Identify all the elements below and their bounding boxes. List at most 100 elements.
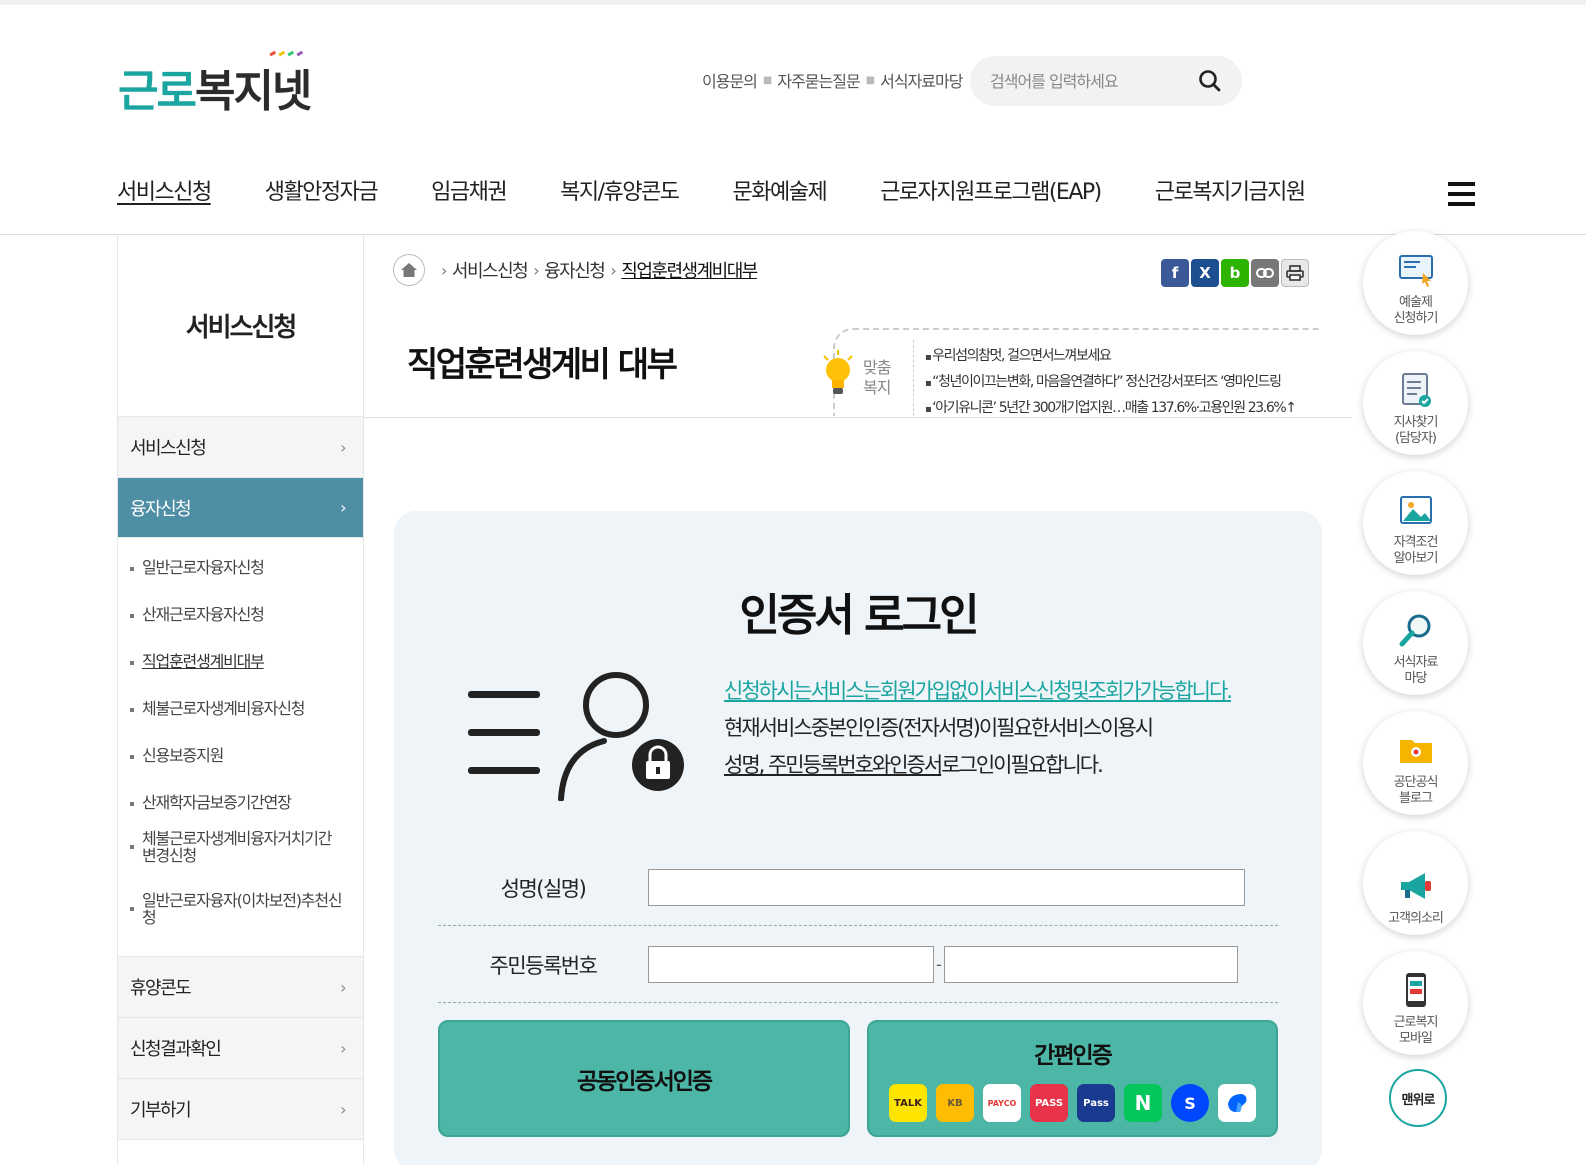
link-icon[interactable] — [1251, 259, 1279, 287]
samsung-pass-icon[interactable]: Pass — [1077, 1084, 1115, 1122]
quick-label-line: 알아보기 — [1393, 551, 1439, 566]
sidebar-item-label: 휴양콘도 — [130, 978, 192, 999]
gnb-eap[interactable]: 근로자지원프로그램(EAP) — [880, 174, 1102, 206]
quick-label: 공단공식 블로그 — [1393, 775, 1439, 807]
print-icon[interactable] — [1281, 259, 1309, 287]
search-icon[interactable] — [1198, 69, 1222, 93]
name-label: 성명(실명) — [500, 876, 587, 901]
chevron-right-icon: › — [533, 260, 539, 280]
submenu-item[interactable]: 산재학자금보증기간연장 — [118, 779, 363, 826]
chevron-right-icon: › — [441, 260, 447, 280]
toss-icon[interactable] — [1218, 1084, 1256, 1122]
rrn-back-field[interactable] — [943, 946, 1238, 983]
megaphone-icon — [1400, 873, 1431, 899]
quick-label: 자격조건 알아보기 — [1393, 535, 1439, 567]
rrn-row: 주민등록번호 - — [438, 927, 1278, 1003]
quick-label-line: 근로복지 — [1393, 1015, 1439, 1030]
breadcrumb-item[interactable]: 융자신청 — [544, 257, 606, 283]
gnb-living-fund[interactable]: 생활안정자금 — [265, 174, 379, 206]
pass-icon[interactable]: PASS — [1030, 1084, 1068, 1122]
shinhan-icon[interactable]: S — [1171, 1084, 1209, 1122]
quick-mobile[interactable]: 근로복지 모바일 — [1363, 951, 1468, 1055]
sidebar-submenu: 일반근로자융자신청 산재근로자융자신청 직업훈련생계비대부 체불근로자생계비융자… — [118, 538, 363, 957]
naver-icon[interactable]: N — [1124, 1084, 1162, 1122]
scroll-top-button[interactable]: 맨위로 — [1389, 1069, 1447, 1127]
chevron-right-icon: › — [340, 1038, 346, 1058]
breadcrumb: › 서비스신청 › 융자신청 › 직업훈련생계비대부 — [393, 254, 758, 286]
rrn-dash: - — [936, 955, 942, 974]
x-twitter-icon[interactable]: X — [1191, 259, 1219, 287]
kb-icon[interactable]: KB — [936, 1084, 974, 1122]
checklist-icon — [1401, 373, 1431, 407]
quick-forms[interactable]: 서식자료 마당 — [1363, 591, 1468, 695]
tips-label-line: 복지 — [863, 378, 891, 397]
util-link-faq[interactable]: 자주묻는질문 — [777, 68, 860, 92]
tip-link[interactable]: ‘아기유니콘’ 5년간 300개기업지원…매출 137.6%·고용인원 23.6… — [925, 396, 1297, 422]
submenu-item[interactable]: 산재근로자융자신청 — [118, 591, 363, 638]
gnb-service-apply[interactable]: 서비스신청 — [117, 174, 212, 206]
monitor-cursor-icon — [1398, 255, 1433, 287]
tip-link[interactable]: “청년이이끄는변화, 마음을연결하다” 정신건강서포터즈 ‘영마인드링 — [925, 370, 1296, 396]
top-border — [0, 0, 1586, 5]
submenu-item[interactable]: 체불근로자생계비융자거치기간 변경신청 — [118, 826, 363, 888]
main-nav: 서비스신청 생활안정자금 임금채권 복지/휴양콘도 문화예술제 근로자지원프로그… — [117, 174, 1359, 206]
kakao-icon[interactable]: TALK — [889, 1084, 927, 1122]
home-icon[interactable] — [393, 254, 425, 286]
content-divider — [364, 417, 1352, 418]
sidebar-item-condo[interactable]: 휴양콘도 › — [118, 957, 363, 1018]
login-panel: 인증서 로그인 신청하시는서비스는회원가입없이서비스신청및조회가가능합니다. 현… — [394, 511, 1322, 1165]
payco-icon[interactable]: PAYCO — [983, 1084, 1021, 1122]
tips-divider — [913, 340, 914, 416]
breadcrumb-current[interactable]: 직업훈련생계비대부 — [621, 257, 758, 283]
submenu-item[interactable]: 체불근로자생계비융자신청 — [118, 685, 363, 732]
sidebar-item-result[interactable]: 신청결과확인 › — [118, 1018, 363, 1079]
submenu-item-current[interactable]: 직업훈련생계비대부 — [118, 638, 363, 685]
quick-eligibility[interactable]: 자격조건 알아보기 — [1363, 471, 1468, 575]
gnb-welfare-fund[interactable]: 근로복지기금지원 — [1155, 174, 1306, 206]
quick-label-line: 공단공식 — [1393, 775, 1439, 790]
login-notice: 신청하시는서비스는회원가입없이서비스신청및조회가가능합니다. 현재서비스중본인인… — [724, 673, 1233, 784]
quick-blog[interactable]: 공단공식 블로그 — [1363, 711, 1468, 815]
quick-art-apply[interactable]: 예술제 신청하기 — [1363, 231, 1468, 335]
breadcrumb-item[interactable]: 서비스신청 — [452, 257, 529, 283]
sidebar-item-loan[interactable]: 융자신청 › — [118, 478, 363, 538]
simple-auth-button[interactable]: 간편인증 TALK KB PAYCO PASS Pass N S — [867, 1020, 1278, 1137]
quick-label-line: 신청하기 — [1393, 311, 1439, 326]
magnifier-icon — [1399, 614, 1430, 647]
quick-branch-find[interactable]: 지사찾기 (담당자) — [1363, 351, 1468, 455]
blog-icon[interactable]: b — [1221, 259, 1249, 287]
gnb-welfare-condo[interactable]: 복지/휴양콘도 — [560, 174, 680, 206]
sidebar-item-service[interactable]: 서비스신청 › — [118, 417, 363, 478]
share-buttons: f X b — [1161, 259, 1309, 287]
quick-label-line: 지사찾기 — [1393, 415, 1439, 430]
quick-voice[interactable]: 고객의소리 — [1363, 831, 1468, 935]
sidebar-item-donate[interactable]: 기부하기 › — [118, 1079, 363, 1140]
site-logo[interactable]: 근로 복지넷 — [118, 50, 312, 119]
tips-list: 우리섬의참멋, 걸으면서느껴보세요 “청년이이끄는변화, 마음을연결하다” 정신… — [925, 344, 1297, 422]
menu-icon[interactable] — [1448, 182, 1475, 206]
quick-label-line: 예술제 — [1399, 295, 1433, 310]
submenu-item[interactable]: 일반근로자융자(이차보전)추천신청 — [118, 888, 363, 950]
gnb-culture-art[interactable]: 문화예술제 — [732, 174, 827, 206]
quick-label: 지사찾기 (담당자) — [1393, 415, 1439, 447]
tip-link[interactable]: 우리섬의참멋, 걸으면서느껴보세요 — [925, 344, 1296, 370]
util-link-inquiry[interactable]: 이용문의 — [702, 68, 758, 92]
util-link-forms[interactable]: 서식자료마당 — [880, 68, 963, 92]
chevron-right-icon: › — [610, 260, 616, 280]
notice-line: 성명, 주민등록번호와인증서로그인이필요합니다. — [724, 747, 1231, 784]
submenu-item[interactable]: 신용보증지원 — [118, 732, 363, 779]
logo-text-2: 복지넷 — [194, 66, 312, 117]
simple-auth-icons: TALK KB PAYCO PASS Pass N S — [889, 1084, 1256, 1122]
facebook-icon[interactable]: f — [1161, 259, 1189, 287]
rrn-front-field[interactable] — [648, 946, 934, 983]
submenu-item[interactable]: 일반근로자융자신청 — [118, 544, 363, 591]
name-field[interactable] — [648, 869, 1245, 906]
joint-certificate-button[interactable]: 공동인증서인증 — [438, 1020, 850, 1137]
util-separator: ■ — [865, 74, 876, 86]
rrn-label: 주민등록번호 — [489, 953, 598, 978]
quick-label-line: 마당 — [1404, 671, 1428, 686]
gnb-wage-claim[interactable]: 임금채권 — [431, 174, 507, 206]
search-input[interactable] — [990, 71, 1198, 91]
quick-label-line: 서식자료 — [1393, 655, 1439, 670]
notice-tail: 로그인이필요합니다. — [941, 753, 1104, 777]
